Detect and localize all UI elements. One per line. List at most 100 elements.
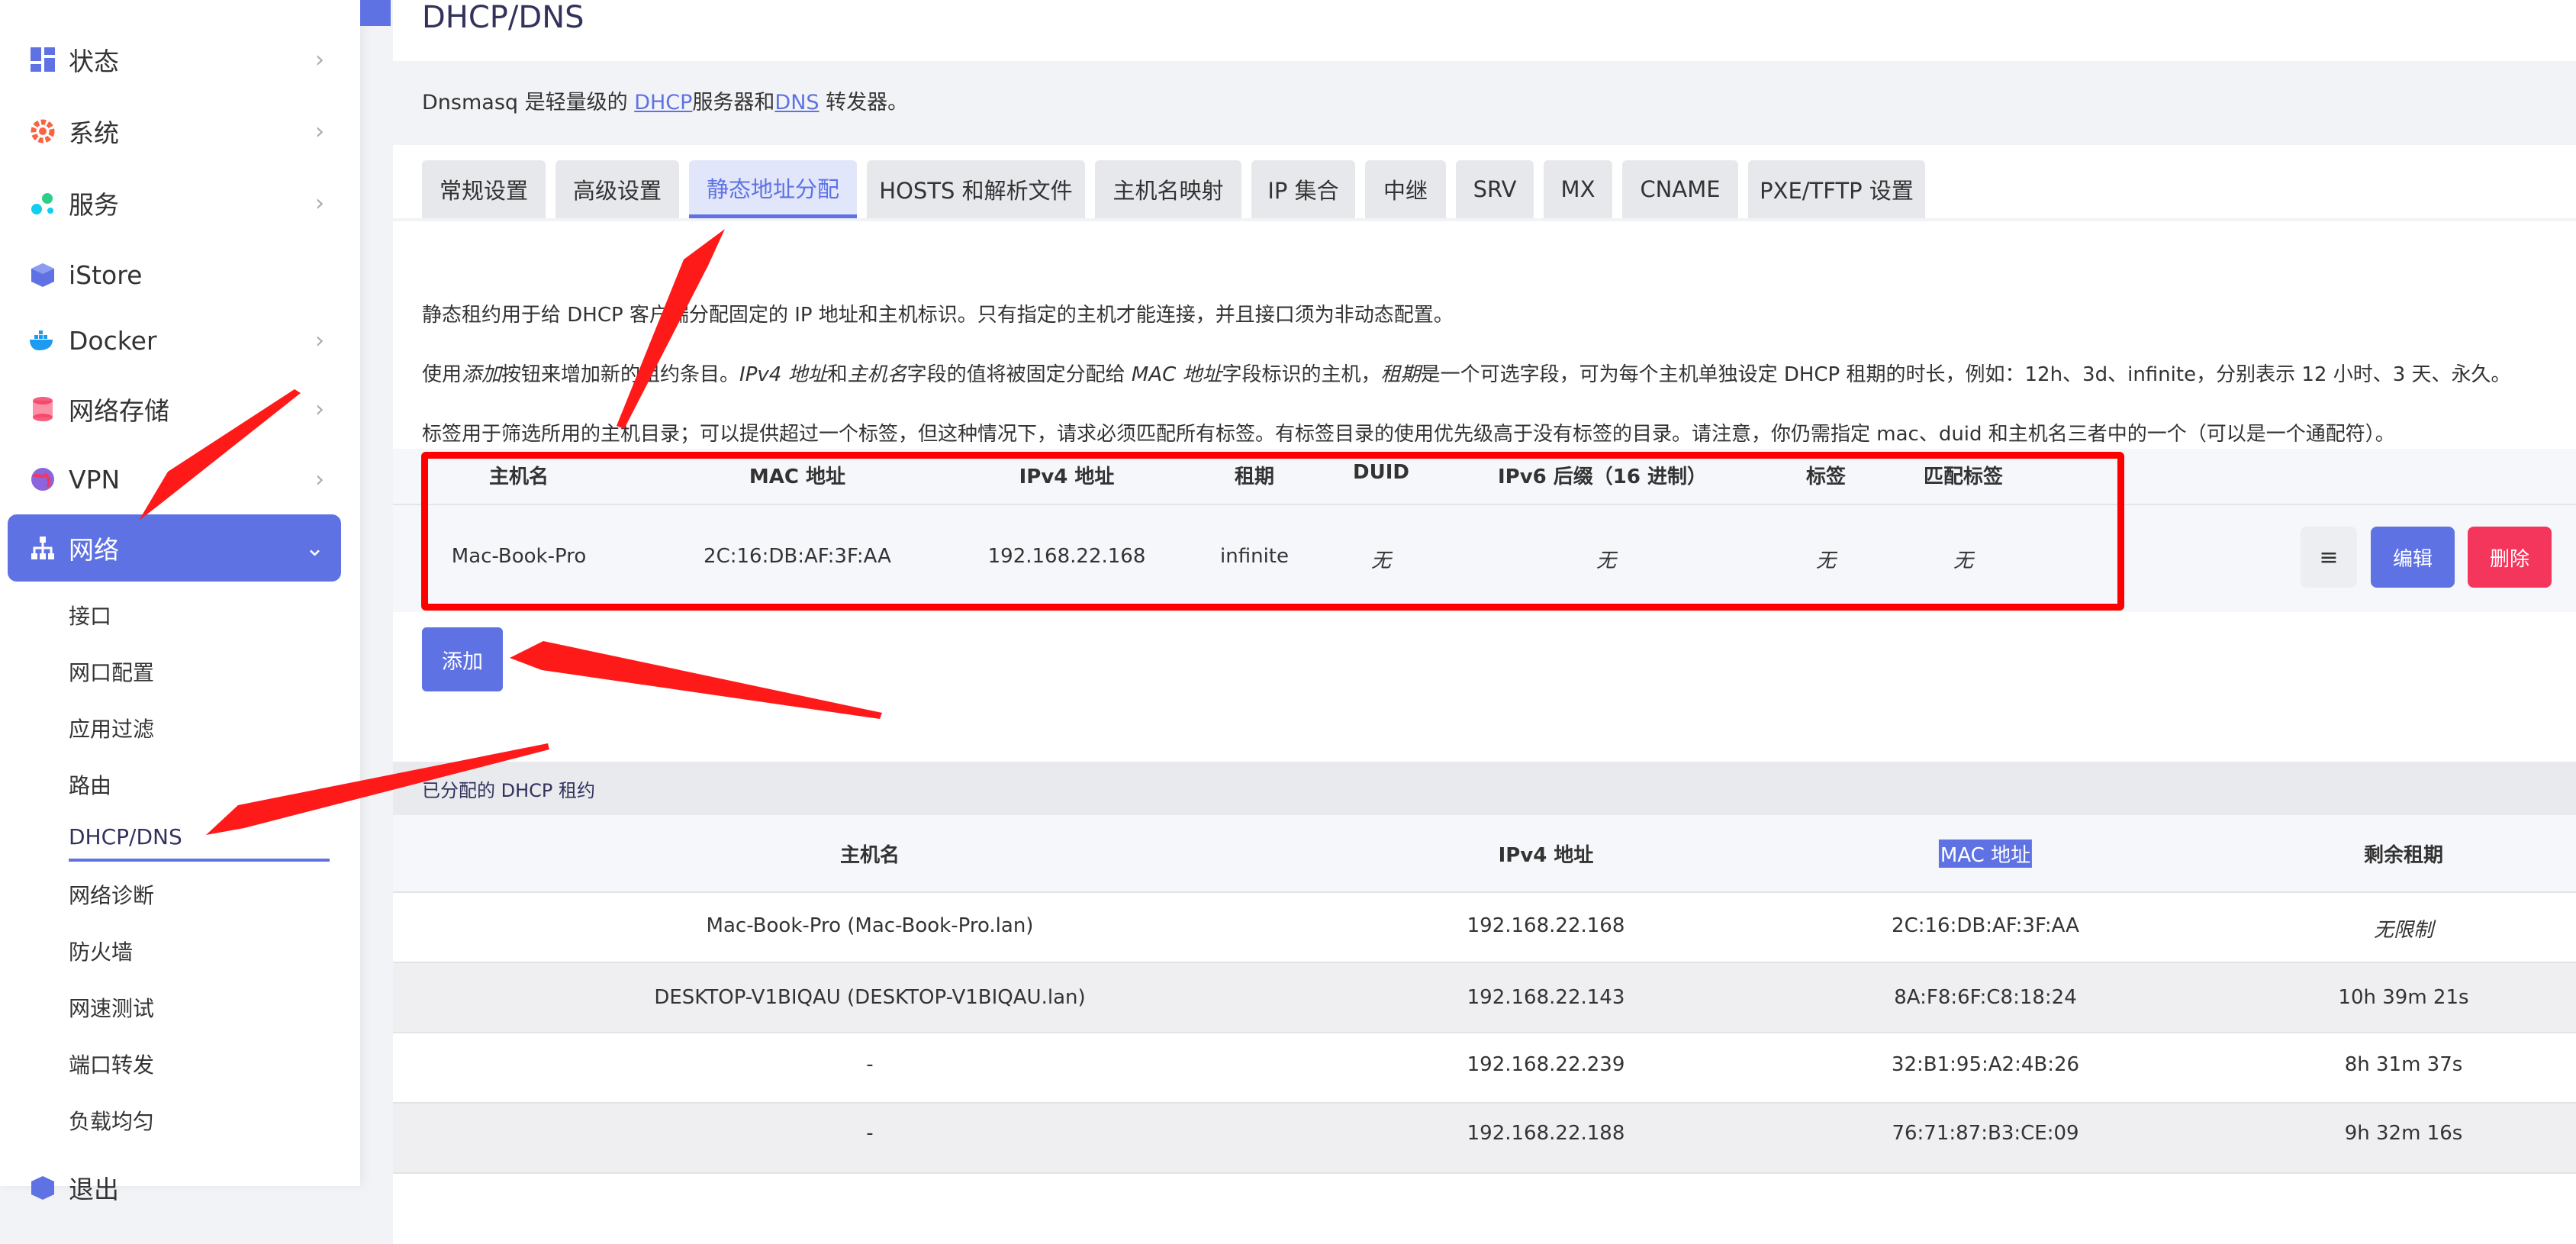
table-cell: -	[866, 1053, 874, 1076]
table-cell: 32:B1:95:A2:4B:26	[1891, 1053, 2080, 1076]
sidebar-item-label: VPN	[69, 464, 121, 495]
sidebar-item-network[interactable]: 网络 ⌄	[8, 514, 341, 582]
table-cell: 无限制	[2373, 919, 2434, 942]
tab-advanced[interactable]: 高级设置	[555, 160, 679, 218]
table-cell: 9h 32m 16s	[2344, 1122, 2463, 1145]
info-text: 主机名	[847, 363, 907, 386]
database-icon	[27, 394, 58, 424]
section-title: 已分配的 DHCP 租约	[422, 780, 596, 801]
table-cell: 192.168.22.239	[1467, 1053, 1625, 1076]
tab-relay[interactable]: 中继	[1365, 160, 1446, 218]
info-text: MAC 地址	[1131, 363, 1222, 386]
info-text: 是一个可选字段，可为每个主机单独设定 DHCP 租期的时长，例如：12h、3d、…	[1420, 363, 2511, 386]
dhcp-leases-title-bar	[393, 762, 2576, 815]
sidebar-sub-item-port-forward[interactable]: 端口转发	[69, 1049, 154, 1079]
puzzle-icon	[27, 188, 58, 218]
sidebar-item-label: 网络存储	[69, 396, 169, 426]
tab-hosts-files[interactable]: HOSTS 和解析文件	[867, 160, 1085, 218]
delete-button[interactable]: 删除	[2468, 527, 2552, 588]
sidebar-item-label: 服务	[69, 190, 119, 220]
box-icon	[27, 259, 58, 290]
annotation-highlight-box	[421, 452, 2124, 611]
sidebar-sub-item-port-config[interactable]: 网口配置	[69, 656, 154, 687]
sidebar-item-label: iStore	[69, 259, 143, 290]
table-cell: 8A:F8:6F:C8:18:24	[1894, 986, 2077, 1009]
chevron-right-icon: ›	[315, 327, 324, 354]
add-button[interactable]: 添加	[422, 627, 503, 691]
sidebar-item-label: 系统	[69, 118, 119, 148]
sidebar-sub-item-load-balance[interactable]: 负载均匀	[69, 1105, 154, 1136]
sidebar-sub-item-interfaces[interactable]: 接口	[69, 600, 111, 630]
description-text: 服务器和	[692, 91, 775, 114]
chevron-down-icon: ⌄	[304, 534, 324, 562]
sidebar: 状态 › 系统 › 服务 › iStore Docker › 网络存储 › VP…	[0, 0, 360, 1204]
sidebar-item-label: 退出	[69, 1175, 119, 1204]
header-accent	[360, 0, 391, 26]
table-cell: 192.168.22.168	[1467, 914, 1625, 937]
info-line: 使用添加按钮来增加新的租约条目。IPv4 地址和主机名字段的值将被固定分配给 M…	[422, 359, 2511, 387]
sidebar-item-label: Docker	[69, 325, 157, 356]
column-header: 主机名	[839, 844, 900, 867]
sidebar-item-istore[interactable]: iStore	[8, 241, 341, 308]
chevron-right-icon: ›	[315, 395, 324, 423]
tab-mx[interactable]: MX	[1544, 160, 1612, 218]
table-cell: DESKTOP-V1BIQAU (DESKTOP-V1BIQAU.lan)	[654, 986, 1086, 1009]
page-title: DHCP/DNS	[422, 0, 584, 35]
table-row	[393, 1172, 2576, 1244]
dns-link[interactable]: DNS	[774, 91, 819, 114]
chevron-right-icon: ›	[315, 118, 324, 145]
info-line: 静态租约用于给 DHCP 客户端分配固定的 IP 地址和主机标识。只有指定的主机…	[422, 304, 1454, 327]
sidebar-item-docker[interactable]: Docker ›	[8, 307, 341, 374]
dashboard-icon	[27, 44, 58, 75]
sidebar-sub-item-routes[interactable]: 路由	[69, 769, 111, 800]
title-card	[393, 0, 2576, 61]
sidebar-item-services[interactable]: 服务 ›	[8, 169, 341, 237]
info-text: 字段标识的主机，	[1222, 363, 1381, 386]
info-text: 和	[827, 363, 848, 386]
tab-cname[interactable]: CNAME	[1622, 160, 1738, 218]
sidebar-item-status[interactable]: 状态 ›	[8, 26, 341, 93]
table-cell: 2C:16:DB:AF:3F:AA	[1892, 914, 2079, 937]
sidebar-sub-item-speedtest[interactable]: 网速测试	[69, 992, 154, 1023]
sidebar-item-nas[interactable]: 网络存储 ›	[8, 375, 341, 443]
sidebar-sub-item-diagnostics[interactable]: 网络诊断	[69, 879, 154, 910]
column-header: IPv4 地址	[1498, 844, 1594, 867]
edit-button[interactable]: 编辑	[2371, 527, 2455, 588]
column-header: 剩余租期	[2363, 844, 2444, 867]
info-text: 字段的值将被固定分配给	[906, 363, 1132, 386]
tab-pxe-tftp[interactable]: PXE/TFTP 设置	[1748, 160, 1925, 218]
sidebar-sub-item-firewall[interactable]: 防火墙	[69, 936, 133, 966]
tab-static-leases[interactable]: 静态地址分配	[689, 160, 857, 218]
sidebar-item-label: 状态	[69, 47, 119, 76]
tab-srv[interactable]: SRV	[1456, 160, 1534, 218]
table-cell: 192.168.22.188	[1467, 1122, 1625, 1145]
dhcp-leases-header	[393, 815, 2576, 891]
sidebar-sub-item-app-filter[interactable]: 应用过滤	[69, 713, 154, 743]
globe-icon	[27, 464, 58, 495]
page-description: Dnsmasq 是轻量级的 DHCP服务器和DNS 转发器。	[422, 85, 908, 115]
gear-icon	[27, 116, 58, 147]
tab-hostname-mapping[interactable]: 主机名映射	[1095, 160, 1241, 218]
tab-ipsets[interactable]: IP 集合	[1251, 160, 1355, 218]
chevron-right-icon: ›	[315, 466, 324, 493]
info-text: 使用	[422, 363, 462, 386]
logout-icon	[27, 1172, 58, 1203]
sidebar-item-system[interactable]: 系统 ›	[8, 98, 341, 165]
table-cell: 8h 31m 37s	[2344, 1053, 2463, 1076]
column-header: MAC 地址	[1938, 840, 2033, 868]
dhcp-link[interactable]: DHCP	[634, 91, 692, 114]
table-cell: -	[866, 1122, 874, 1145]
whale-icon	[27, 325, 58, 356]
drag-handle-button[interactable]: ≡	[2301, 527, 2357, 588]
sidebar-item-vpn[interactable]: VPN ›	[8, 446, 341, 513]
sidebar-item-logout[interactable]: 退出	[8, 1154, 341, 1221]
info-text: IPv4 地址	[739, 363, 828, 386]
info-text: 按钮来增加新的租约条目。	[501, 363, 740, 386]
sidebar-sub-item-dhcp-dns[interactable]: DHCP/DNS	[69, 824, 182, 849]
sidebar-item-label: 网络	[69, 535, 119, 565]
active-sub-item-underline	[69, 859, 330, 862]
table-cell: 192.168.22.143	[1467, 986, 1625, 1009]
table-cell: 76:71:87:B3:CE:09	[1892, 1122, 2079, 1145]
network-icon	[27, 533, 58, 563]
tab-general[interactable]: 常规设置	[422, 160, 546, 218]
